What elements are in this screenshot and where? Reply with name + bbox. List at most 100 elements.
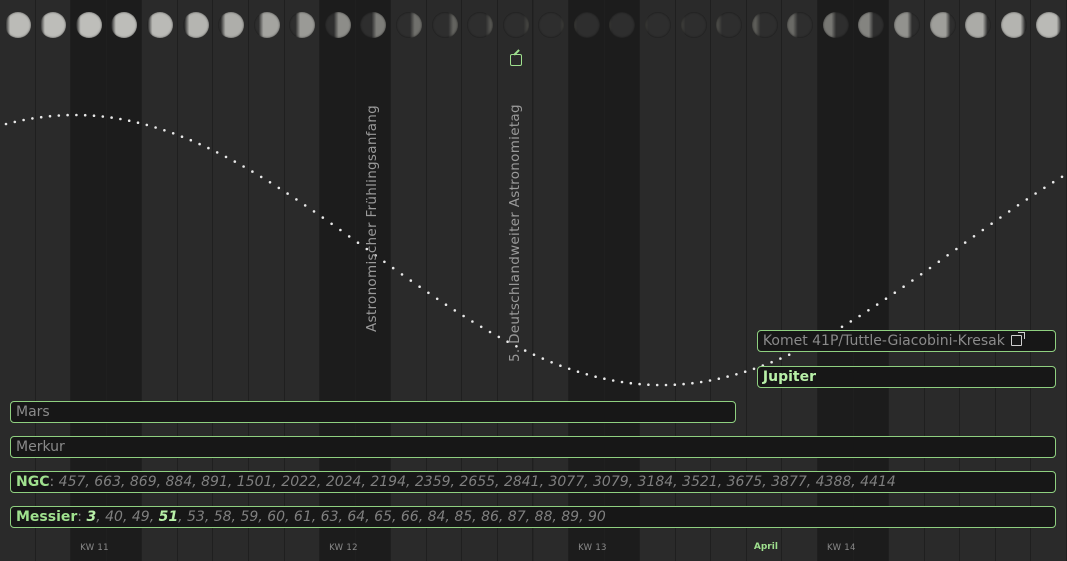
ngc-label: NGC — [16, 474, 50, 490]
curve-dot — [215, 151, 219, 154]
curve-dot — [418, 285, 421, 289]
jupiter-bar[interactable]: Jupiter — [756, 366, 1056, 388]
curve-dot — [946, 254, 949, 257]
curve-dot — [867, 309, 870, 312]
curve-dot — [22, 118, 25, 122]
curve-dot — [57, 114, 61, 117]
curve-dot — [902, 285, 905, 289]
messier-item[interactable]: 87 — [508, 509, 526, 525]
curve-dot — [171, 132, 175, 135]
curve-dot — [154, 126, 157, 129]
curve-dot — [840, 325, 844, 329]
messier-item[interactable]: 60 — [267, 509, 285, 525]
curve-dot — [611, 379, 615, 382]
curve-dot — [858, 314, 861, 318]
curve-dot — [198, 142, 201, 146]
messier-bar[interactable]: Messier: 3, 40, 49, 51, 53, 58, 59, 60, … — [10, 506, 1056, 528]
curve-dot — [189, 138, 193, 142]
curve-dot — [347, 235, 351, 238]
messier-item[interactable]: 90 — [588, 509, 606, 525]
curve-dot — [427, 291, 430, 295]
external-link-icon[interactable] — [509, 54, 522, 66]
curve-dot — [559, 364, 562, 368]
messier-item[interactable]: 53 — [187, 509, 205, 525]
messier-item[interactable]: 59 — [240, 509, 258, 525]
separator: , — [365, 509, 375, 525]
curve-dot — [303, 204, 307, 207]
curve-dot — [875, 303, 879, 306]
messier-item[interactable]: 63 — [321, 509, 339, 525]
curve-dot — [75, 113, 78, 117]
curve-dot — [779, 357, 782, 360]
curve-dot — [391, 266, 395, 270]
curve-dot — [207, 146, 210, 150]
week-label: KW 13 — [578, 543, 607, 553]
curve-dot — [295, 198, 298, 201]
curve-dot — [585, 373, 589, 376]
curve-dot — [919, 273, 923, 276]
curve-dot — [655, 383, 659, 387]
curve-dot — [39, 115, 43, 119]
curve-dot — [136, 121, 140, 124]
curve-dot — [321, 216, 325, 219]
curve-dot — [884, 297, 888, 301]
curve-dot — [990, 222, 993, 225]
mars-bar[interactable]: Mars — [10, 401, 736, 423]
curve-dot — [620, 380, 624, 384]
separator: , — [96, 509, 106, 525]
messier-item[interactable]: 66 — [401, 509, 419, 525]
messier-item[interactable]: 58 — [214, 509, 232, 525]
separator: , — [149, 509, 159, 525]
curve-dot — [242, 165, 245, 168]
messier-item[interactable]: 40 — [105, 509, 123, 525]
curve-dot — [849, 320, 853, 323]
curve-dot — [726, 375, 729, 378]
separator: , — [391, 509, 401, 525]
messier-item[interactable]: 86 — [481, 509, 499, 525]
curve-dot — [972, 235, 976, 238]
ngc-bar[interactable]: NGC: 457, 663, 869, 884, 891, 1501, 2022… — [10, 471, 1056, 493]
curve-dot — [787, 353, 791, 357]
messier-item[interactable]: 65 — [374, 509, 392, 525]
curve-dot — [233, 160, 237, 163]
curve-dot — [999, 216, 1002, 219]
curve-dot — [682, 382, 685, 386]
curve-dot — [356, 241, 360, 244]
curve-dot — [1007, 210, 1011, 213]
curve-dot — [523, 349, 527, 352]
messier-item[interactable]: 85 — [454, 509, 472, 525]
curve-dot — [576, 370, 580, 374]
messier-item[interactable]: 49 — [132, 509, 150, 525]
messier-item[interactable]: 51 — [159, 509, 178, 525]
curve-dot — [462, 314, 465, 318]
curve-dot — [180, 135, 184, 138]
vertical-event-label[interactable]: Astronomischer Frühlingsanfang — [364, 105, 380, 332]
messier-item[interactable]: 64 — [347, 509, 365, 525]
vertical-event-label[interactable]: 5. Deutschlandweiter Astronomietag — [507, 104, 523, 362]
curve-dot — [1025, 198, 1029, 201]
curve-dot — [471, 320, 474, 323]
curve-dot — [699, 380, 703, 384]
curve-dot — [13, 120, 17, 124]
curve-dot — [1051, 180, 1055, 184]
curve-dot — [92, 114, 96, 117]
curve-dot — [708, 379, 712, 382]
merkur-bar[interactable]: Merkur — [10, 436, 1056, 458]
curve-dot — [955, 247, 958, 251]
curve-dot — [752, 367, 756, 371]
separator: , — [445, 509, 455, 525]
curve-dot — [1043, 186, 1046, 190]
comet-bar[interactable]: Komet 41P/Tuttle-Giacobini-Kresak — [756, 330, 1056, 352]
external-link-icon[interactable] — [1010, 332, 1025, 346]
messier-item[interactable]: 88 — [535, 509, 553, 525]
curve-dot — [497, 335, 501, 339]
messier-item[interactable]: 61 — [294, 509, 312, 525]
messier-item[interactable]: 89 — [561, 509, 579, 525]
messier-item[interactable]: 3 — [86, 509, 96, 525]
messier-item[interactable]: 84 — [428, 509, 446, 525]
curve-dot — [647, 383, 650, 387]
curve-dot — [937, 260, 941, 264]
curve-dot — [83, 113, 87, 117]
curve-dot — [145, 123, 149, 127]
curve-dot — [567, 367, 571, 371]
